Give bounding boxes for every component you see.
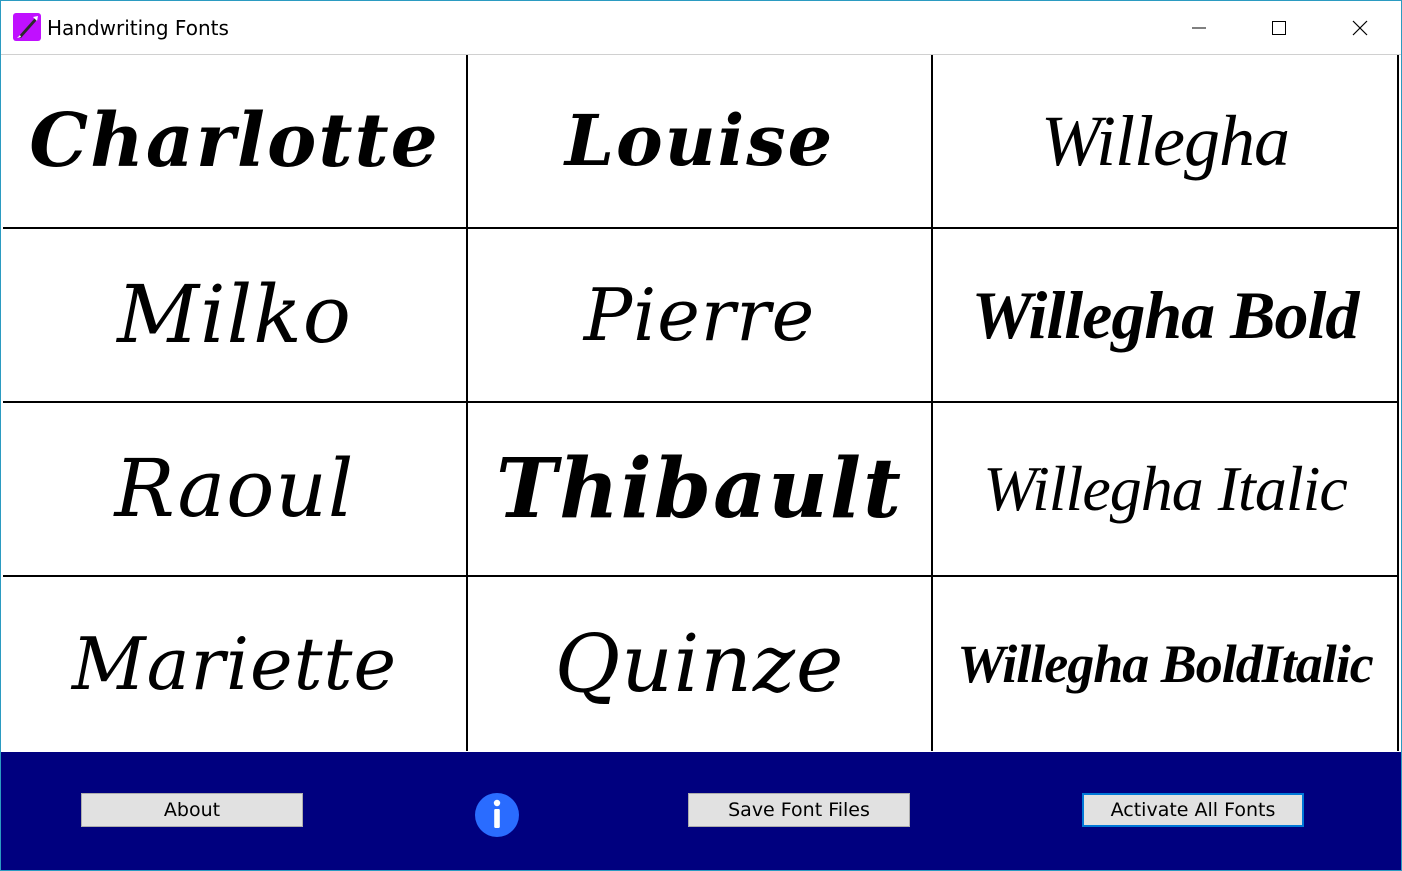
quill-pen-icon — [13, 13, 41, 41]
font-sample: Willegha BoldItalic — [957, 634, 1374, 694]
font-tile-charlotte[interactable]: Charlotte — [3, 55, 468, 229]
minimize-icon — [1192, 27, 1206, 28]
maximize-button[interactable] — [1239, 1, 1319, 54]
font-tile-mariette[interactable]: Mariette — [3, 577, 468, 751]
activate-all-fonts-button[interactable]: Activate All Fonts — [1082, 793, 1304, 827]
font-tile-willegha[interactable]: Willegha — [933, 55, 1399, 229]
font-sample: Charlotte — [29, 98, 440, 184]
close-icon — [1352, 20, 1368, 35]
font-tile-willegha-bold[interactable]: Willegha Bold — [933, 229, 1399, 403]
font-sample: Raoul — [114, 442, 355, 535]
font-sample: Milko — [117, 268, 352, 361]
font-tile-willegha-italic[interactable]: Willegha Italic — [933, 403, 1399, 577]
bottom-toolbar: About Save Font Files Activate All Fonts — [1, 752, 1401, 870]
close-button[interactable] — [1320, 1, 1400, 54]
font-tile-quinze[interactable]: Quinze — [468, 577, 933, 751]
window-title: Handwriting Fonts — [47, 16, 229, 40]
font-grid: Charlotte Louise Willegha Milko Pierre W… — [3, 55, 1399, 751]
app-window: Handwriting Fonts Charlotte Louise Wille… — [0, 0, 1402, 871]
font-tile-pierre[interactable]: Pierre — [468, 229, 933, 403]
font-sample: Pierre — [583, 273, 816, 357]
info-icon[interactable] — [474, 792, 520, 838]
font-sample: Louise — [564, 99, 835, 182]
font-sample: Willegha — [1041, 101, 1290, 181]
font-tile-thibault[interactable]: Thibault — [468, 403, 933, 577]
font-tile-raoul[interactable]: Raoul — [3, 403, 468, 577]
save-font-files-button[interactable]: Save Font Files — [688, 793, 910, 827]
font-sample: Mariette — [71, 622, 398, 706]
about-button[interactable]: About — [81, 793, 303, 827]
title-bar[interactable]: Handwriting Fonts — [1, 1, 1401, 55]
font-sample: Willegha Italic — [983, 453, 1348, 524]
font-tile-milko[interactable]: Milko — [3, 229, 468, 403]
font-tile-willegha-bolditalic[interactable]: Willegha BoldItalic — [933, 577, 1399, 751]
font-sample: Willegha Bold — [971, 277, 1360, 353]
font-sample: Quinze — [554, 617, 845, 710]
font-sample: Thibault — [496, 441, 903, 537]
font-tile-louise[interactable]: Louise — [468, 55, 933, 229]
maximize-icon — [1272, 20, 1286, 35]
minimize-button[interactable] — [1159, 1, 1239, 54]
